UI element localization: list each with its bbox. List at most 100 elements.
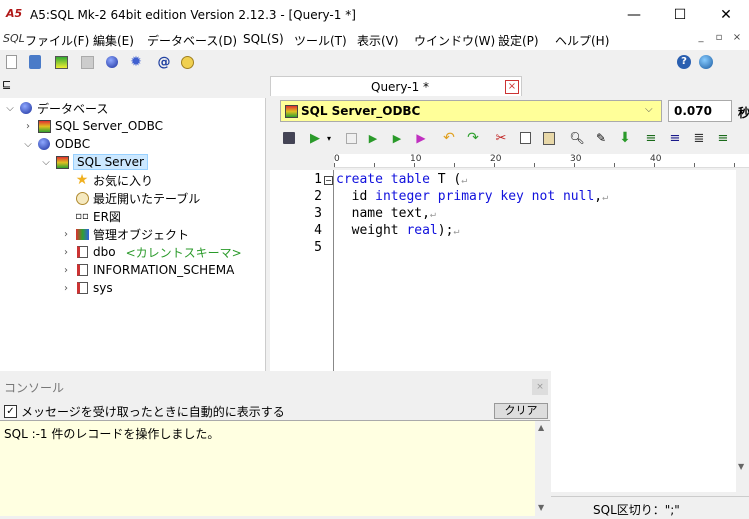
clock-icon[interactable]: [178, 53, 196, 71]
table-disabled-icon[interactable]: [78, 53, 96, 71]
tree-node-favorites[interactable]: ★ お気に入り: [60, 171, 153, 189]
tree-node-label: ODBC: [55, 137, 91, 151]
mdi-minimize-button[interactable]: _: [693, 32, 709, 47]
chevron-down-icon[interactable]: ▼: [738, 462, 744, 471]
help-icon[interactable]: ?: [675, 53, 693, 71]
console-scrollbar[interactable]: ▲ ▼: [535, 421, 550, 517]
menu-sql[interactable]: SQL(S): [243, 32, 284, 46]
paste-icon[interactable]: [540, 129, 558, 147]
editor-scrollbar[interactable]: ▼: [736, 170, 749, 492]
server-icon: [54, 155, 70, 169]
status-bar: SQL区切り：";": [551, 496, 749, 519]
auto-show-label: メッセージを受け取ったときに自動的に表示する: [21, 404, 285, 419]
expand-closed-icon[interactable]: ›: [60, 265, 72, 276]
chevron-down-icon[interactable]: ▾: [320, 129, 338, 147]
menu-bar: SQL ファイル(F) 編集(E) データベース(D) SQL(S) ツール(T…: [0, 30, 749, 50]
tree-collapse-icon[interactable]: ⊑: [2, 78, 11, 91]
mdi-restore-button[interactable]: ▫: [711, 32, 727, 47]
unindent-icon[interactable]: ≣: [690, 129, 708, 147]
console-output[interactable]: SQL :-1 件のレコードを操作しました。 ▲ ▼: [0, 420, 550, 517]
replace-icon[interactable]: ✎: [592, 129, 610, 147]
copy-icon[interactable]: [516, 129, 534, 147]
line-number: 2: [314, 189, 322, 204]
chevron-down-icon[interactable]: ⌵: [645, 104, 653, 115]
stop-icon[interactable]: [342, 129, 360, 147]
expand-open-icon[interactable]: ⌵: [4, 103, 16, 114]
menu-window[interactable]: ウインドウ(W): [414, 32, 495, 49]
app-icon: A5: [6, 7, 23, 20]
database-icon[interactable]: [103, 53, 121, 71]
expand-open-icon[interactable]: ⌵: [40, 157, 52, 168]
run-csv-icon[interactable]: ▶: [388, 129, 406, 147]
tree-node-recent-tables[interactable]: 最近開いたテーブル: [60, 189, 200, 207]
tree-node-sql-server[interactable]: ⌵ SQL Server: [40, 153, 148, 171]
run-ab-icon[interactable]: ▶: [364, 129, 382, 147]
tree-node-sys[interactable]: › sys: [60, 279, 113, 297]
new-file-icon[interactable]: [2, 53, 20, 71]
tree-node-dbo[interactable]: › dbo <カレントスキーマ>: [60, 243, 242, 261]
at-icon[interactable]: @: [155, 53, 173, 71]
tree-node-management-objects[interactable]: › 管理オブジェクト: [60, 225, 189, 243]
clear-button[interactable]: クリア: [494, 403, 548, 419]
console-close-icon[interactable]: ×: [532, 379, 548, 395]
code-line-3: name text,↵: [336, 206, 436, 221]
tree-node-information-schema[interactable]: › INFORMATION_SCHEMA: [60, 261, 234, 279]
menu-file[interactable]: ファイル(F): [25, 32, 89, 49]
comment-icon[interactable]: ≡: [714, 129, 732, 147]
expand-closed-icon[interactable]: ›: [22, 121, 34, 132]
tree-node-odbc[interactable]: ⌵ ODBC: [22, 135, 90, 153]
code-line-4: weight real);↵: [336, 223, 460, 238]
open-book-icon[interactable]: [26, 53, 44, 71]
auto-show-checkbox[interactable]: ✓ メッセージを受け取ったときに自動的に表示する: [4, 403, 285, 419]
server-icon: [36, 119, 52, 133]
sql-logo-icon: SQL: [3, 32, 25, 45]
fold-toggle-icon[interactable]: −: [324, 176, 333, 185]
checkbox-icon[interactable]: ✓: [4, 404, 17, 418]
tab-close-icon[interactable]: ×: [505, 80, 519, 94]
code-line-2: id integer primary key not null,↵: [336, 189, 609, 204]
undo-icon[interactable]: ↶: [440, 129, 458, 147]
explain-icon[interactable]: ▶: [412, 129, 430, 147]
menu-edit[interactable]: 編集(E): [93, 32, 134, 49]
redo-icon[interactable]: ↷: [464, 129, 482, 147]
return-mark-icon: ↵: [602, 192, 609, 203]
connection-select[interactable]: SQL Server_ODBC ⌵: [280, 100, 662, 122]
expand-closed-icon[interactable]: ›: [60, 229, 72, 240]
return-mark-icon: ↵: [453, 226, 460, 237]
minimize-button[interactable]: —: [611, 0, 657, 30]
menu-view[interactable]: 表示(V): [357, 32, 399, 49]
database-tree-pane: ⊑ ⌵ データベース › SQL Server_ODBC ⌵ ODBC ⌵ SQ…: [0, 74, 266, 371]
menu-settings[interactable]: 設定(P): [498, 32, 539, 49]
save-icon[interactable]: [280, 129, 298, 147]
menu-database[interactable]: データベース(D): [147, 32, 237, 49]
find-icon[interactable]: 🔍︎: [568, 129, 586, 147]
tree-node-label: データベース: [37, 101, 109, 116]
tree-node-label: お気に入り: [93, 173, 154, 188]
expand-open-icon[interactable]: ⌵: [22, 139, 34, 150]
line-number: 5: [314, 240, 322, 255]
window-title: A5:SQL Mk-2 64bit edition Version 2.12.3…: [30, 8, 356, 22]
chevron-up-icon[interactable]: ▲: [538, 423, 544, 432]
menu-help[interactable]: ヘルプ(H): [555, 32, 609, 49]
maximize-button[interactable]: ☐: [657, 0, 703, 30]
tree-node-er-diagram[interactable]: ▫▫ ER図: [60, 207, 121, 225]
jump-icon[interactable]: ⬇: [616, 129, 634, 147]
return-mark-icon: ↵: [461, 175, 468, 186]
line-number: 4: [314, 223, 322, 238]
cut-icon[interactable]: ✂: [492, 129, 510, 147]
gear-icon[interactable]: ✹: [127, 53, 145, 71]
format-icon[interactable]: ≡: [642, 129, 660, 147]
indent-icon[interactable]: ≡: [666, 129, 684, 147]
globe-icon[interactable]: [697, 53, 715, 71]
chevron-down-icon[interactable]: ▼: [538, 503, 544, 512]
mdi-close-button[interactable]: ×: [729, 32, 745, 47]
menu-tools[interactable]: ツール(T): [294, 32, 347, 49]
tab-query-1[interactable]: Query-1 * ×: [270, 76, 522, 96]
close-button[interactable]: ✕: [703, 0, 749, 30]
expand-closed-icon[interactable]: ›: [60, 247, 72, 258]
expand-closed-icon[interactable]: ›: [60, 283, 72, 294]
table-icon[interactable]: [52, 53, 70, 71]
line-number: 3: [314, 206, 322, 221]
tree-node-sql-server-odbc[interactable]: › SQL Server_ODBC: [22, 117, 163, 135]
tree-node-databases[interactable]: ⌵ データベース: [4, 99, 108, 117]
